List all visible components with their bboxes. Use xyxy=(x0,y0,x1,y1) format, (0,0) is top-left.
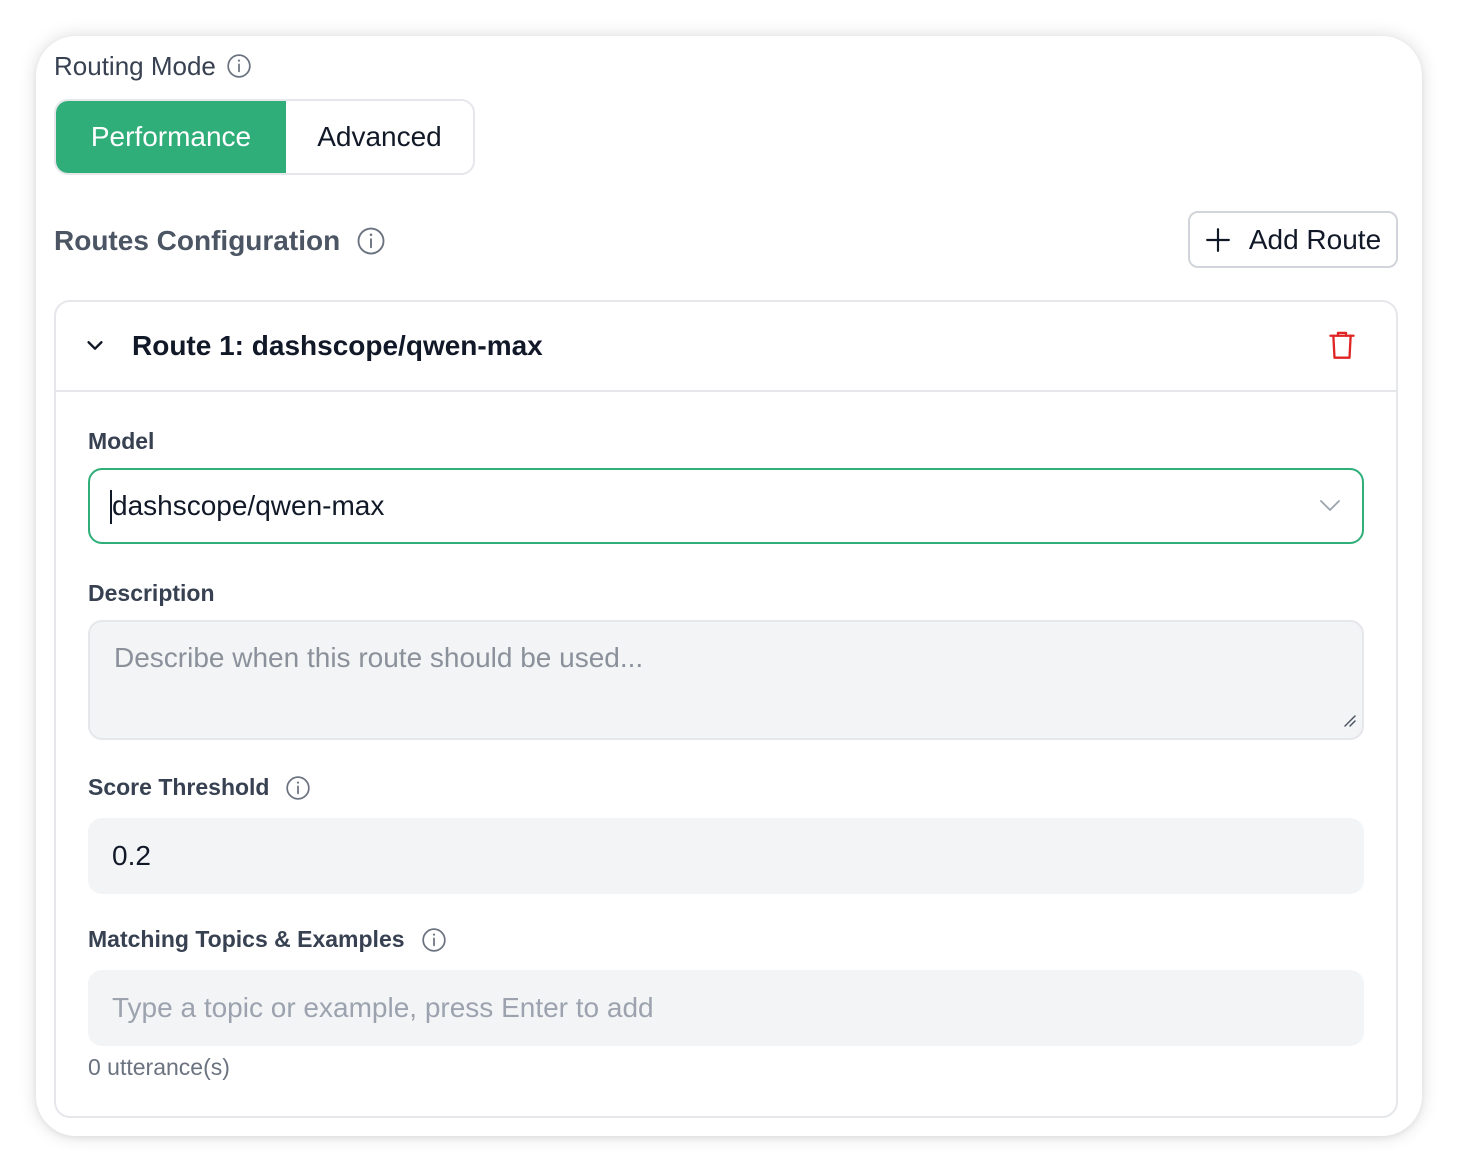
description-label: Description xyxy=(88,580,215,606)
chevron-down-icon[interactable] xyxy=(84,334,106,361)
routing-mode-toggle: Performance Advanced xyxy=(54,99,475,175)
resize-handle-icon[interactable] xyxy=(1342,713,1356,732)
score-threshold-input[interactable]: 0.2 xyxy=(88,818,1364,894)
topics-placeholder: Type a topic or example, press Enter to … xyxy=(112,992,654,1023)
chevron-down-icon[interactable] xyxy=(1318,496,1342,521)
routes-configuration-title: Routes Configuration xyxy=(54,225,341,256)
score-threshold-label: Score Threshold xyxy=(88,774,270,800)
trash-icon[interactable] xyxy=(1328,330,1356,365)
advanced-mode-button[interactable]: Advanced xyxy=(286,101,473,173)
model-select[interactable]: dashscope/qwen-max xyxy=(88,468,1364,544)
info-icon[interactable] xyxy=(285,775,311,801)
score-threshold-heading: Score Threshold xyxy=(88,774,311,801)
score-threshold-value: 0.2 xyxy=(112,840,151,871)
routing-settings-card: Routing Mode Performance Advanced Routes… xyxy=(36,36,1422,1136)
info-icon[interactable] xyxy=(421,927,447,953)
info-icon[interactable] xyxy=(356,226,386,256)
route-title: Route 1: dashscope/qwen-max xyxy=(132,330,543,361)
routing-mode-label: Routing Mode xyxy=(54,50,252,82)
utterance-count: 0 utterance(s) xyxy=(88,1054,230,1080)
add-route-label: Add Route xyxy=(1248,223,1382,255)
model-select-value: dashscope/qwen-max xyxy=(112,490,385,521)
routes-configuration-heading: Routes Configuration xyxy=(54,223,386,259)
description-textarea[interactable]: Describe when this route should be used.… xyxy=(88,620,1364,740)
performance-mode-button[interactable]: Performance xyxy=(56,101,286,173)
plus-icon xyxy=(1205,227,1231,253)
route-panel-header[interactable]: Route 1: dashscope/qwen-max xyxy=(56,302,1396,392)
topics-label: Matching Topics & Examples xyxy=(88,926,405,952)
topics-heading: Matching Topics & Examples xyxy=(88,926,447,953)
description-placeholder: Describe when this route should be used.… xyxy=(114,642,644,673)
routing-mode-label-text: Routing Mode xyxy=(54,50,216,81)
add-route-button[interactable]: Add Route xyxy=(1188,211,1398,268)
model-label: Model xyxy=(88,428,155,454)
topics-input[interactable]: Type a topic or example, press Enter to … xyxy=(88,970,1364,1046)
info-icon[interactable] xyxy=(226,53,252,79)
route-panel: Route 1: dashscope/qwen-max Model dashsc… xyxy=(54,300,1398,1118)
